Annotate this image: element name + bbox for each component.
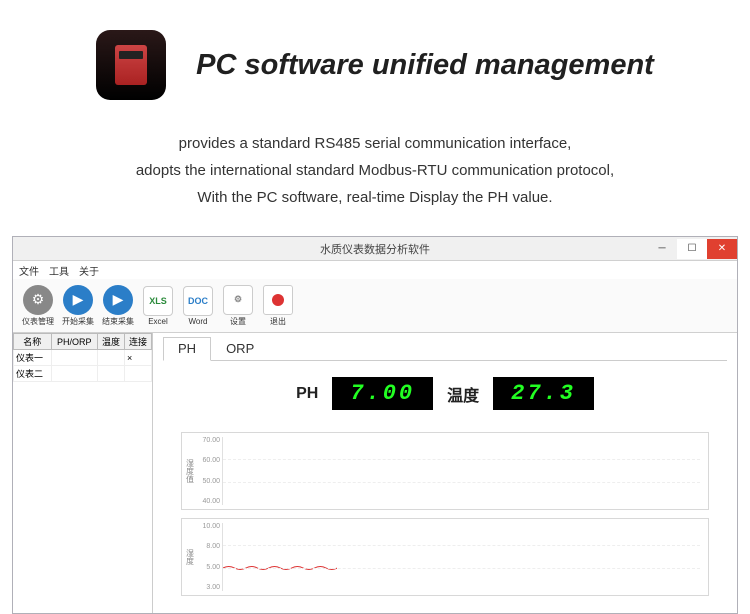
- col-phorp[interactable]: PH/ORP: [51, 334, 97, 350]
- toolbar: ⚙ 仪表管理 ▶ 开始采集 ▶ 结束采集 XLS Excel DOC Word …: [13, 279, 737, 333]
- description: provides a standard RS485 serial communi…: [0, 120, 750, 236]
- chart-line: [223, 560, 337, 570]
- col-name[interactable]: 名称: [14, 334, 52, 350]
- toolbar-exit[interactable]: 退出: [259, 285, 297, 327]
- ph-label: PH: [296, 385, 318, 403]
- header-section: PC software unified management: [0, 0, 750, 120]
- chart-ylabel: 湿度值: [182, 433, 198, 509]
- toolbar-instrument-manage[interactable]: ⚙ 仪表管理: [19, 285, 57, 327]
- excel-icon: XLS: [143, 286, 173, 316]
- toolbar-excel[interactable]: XLS Excel: [139, 286, 177, 326]
- gear-icon: ⚙: [23, 285, 53, 315]
- window-title: 水质仪表数据分析软件: [13, 241, 737, 257]
- col-temp[interactable]: 温度: [97, 334, 124, 350]
- chart-2: 湿度 10.00 8.00 5.00 3.00: [181, 518, 709, 596]
- play-icon: ▶: [103, 285, 133, 315]
- ph-value: 7.00: [332, 377, 433, 410]
- app-icon: [96, 30, 166, 100]
- chart-1: 湿度值 70.00 60.00 50.00 40.00: [181, 432, 709, 510]
- maximize-button[interactable]: ☐: [677, 239, 707, 259]
- toolbar-end-collect[interactable]: ▶ 结束采集: [99, 285, 137, 327]
- menu-about[interactable]: 关于: [79, 263, 99, 277]
- description-line: provides a standard RS485 serial communi…: [40, 130, 710, 157]
- description-line: adopts the international standard Modbus…: [40, 157, 710, 184]
- toolbar-settings[interactable]: ⚙ 设置: [219, 285, 257, 327]
- description-line: With the PC software, real-time Display …: [40, 184, 710, 211]
- chart-yticks: 70.00 60.00 50.00 40.00: [198, 433, 222, 509]
- minimize-button[interactable]: ─: [647, 239, 677, 259]
- instrument-table: 名称 PH/ORP 温度 连接 仪表一 × 仪表二: [13, 333, 152, 382]
- main-panel: PH ORP PH 7.00 温度 27.3 湿度值 70.00 60.00 5…: [153, 333, 737, 613]
- menu-tools[interactable]: 工具: [49, 263, 69, 277]
- readout-row: PH 7.00 温度 27.3: [163, 361, 727, 426]
- tab-ph[interactable]: PH: [163, 337, 211, 361]
- temp-value: 27.3: [493, 377, 594, 410]
- titlebar: 水质仪表数据分析软件 ─ ☐ ✕: [13, 237, 737, 261]
- table-row[interactable]: 仪表一 ×: [14, 350, 152, 366]
- table-row[interactable]: 仪表二: [14, 366, 152, 382]
- chart-yticks: 10.00 8.00 5.00 3.00: [198, 519, 222, 595]
- chart-ylabel: 湿度: [182, 519, 198, 595]
- tab-orp[interactable]: ORP: [211, 337, 269, 360]
- settings-icon: ⚙: [223, 285, 253, 315]
- word-icon: DOC: [183, 286, 213, 316]
- toolbar-word[interactable]: DOC Word: [179, 286, 217, 326]
- menubar: 文件 工具 关于: [13, 261, 737, 279]
- chart-plot-area: [222, 437, 700, 505]
- menu-file[interactable]: 文件: [19, 263, 39, 277]
- close-button[interactable]: ✕: [707, 239, 737, 259]
- tabs: PH ORP: [163, 337, 727, 361]
- col-connect[interactable]: 连接: [124, 334, 151, 350]
- toolbar-start-collect[interactable]: ▶ 开始采集: [59, 285, 97, 327]
- chart-plot-area: [222, 523, 700, 591]
- sidebar: 名称 PH/ORP 温度 连接 仪表一 × 仪表二: [13, 333, 153, 613]
- app-window: 水质仪表数据分析软件 ─ ☐ ✕ 文件 工具 关于 ⚙ 仪表管理 ▶ 开始采集 …: [12, 236, 738, 614]
- temp-label: 温度: [447, 382, 479, 406]
- play-icon: ▶: [63, 285, 93, 315]
- page-title: PC software unified management: [196, 49, 654, 82]
- exit-icon: [263, 285, 293, 315]
